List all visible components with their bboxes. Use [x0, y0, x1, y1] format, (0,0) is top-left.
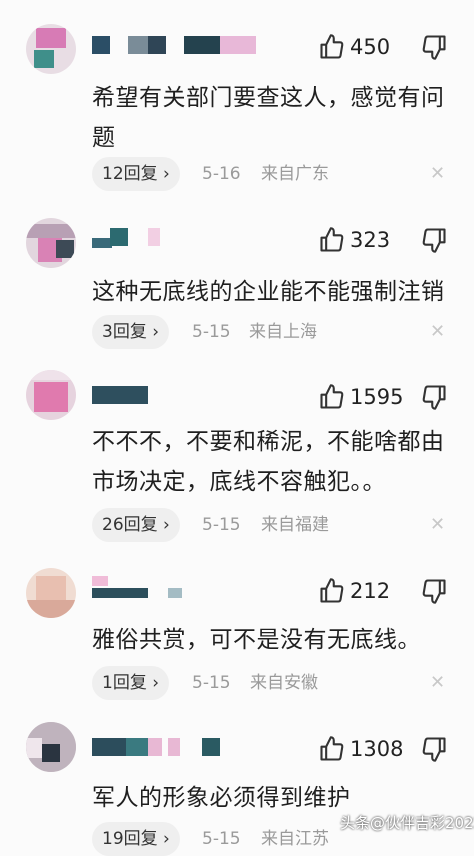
- comment-date: 5-15: [192, 673, 231, 693]
- avatar[interactable]: [26, 568, 76, 618]
- thumbs-up-icon[interactable]: [318, 226, 346, 254]
- avatar[interactable]: [26, 218, 76, 268]
- thumbs-up-icon[interactable]: [318, 577, 346, 605]
- thumbs-up-icon[interactable]: [318, 33, 346, 61]
- thumbs-down-icon[interactable]: [420, 577, 448, 605]
- comment-location: 来自广东: [261, 164, 329, 184]
- chevron-right-icon: ›: [163, 164, 170, 184]
- comment-location: 来自安徽: [250, 673, 318, 693]
- like-count: 323: [350, 228, 391, 252]
- comment-date: 5-16: [202, 164, 241, 184]
- avatar[interactable]: [26, 370, 76, 420]
- close-icon[interactable]: ✕: [430, 666, 445, 700]
- comment-date: 5-15: [202, 829, 241, 849]
- comment-location: 来自江苏: [261, 829, 329, 849]
- like-count: 1308: [350, 737, 404, 761]
- reply-count-label: 3回复: [102, 322, 147, 342]
- like-count: 212: [350, 579, 391, 603]
- comment-date: 5-15: [202, 515, 241, 535]
- comment-location: 来自福建: [261, 515, 329, 535]
- avatar[interactable]: [26, 24, 76, 74]
- comment-text: 雅俗共赏，可不是没有无底线。: [92, 627, 421, 653]
- reply-count-label: 26回复: [102, 515, 158, 535]
- thumbs-up-icon[interactable]: [318, 383, 346, 411]
- close-icon[interactable]: ✕: [430, 315, 445, 349]
- comment-text: 不不不，不要和稀泥，不能啥都由市场决定，底线不容触犯。。: [92, 429, 445, 495]
- close-icon[interactable]: ✕: [430, 157, 445, 191]
- chevron-right-icon: ›: [163, 829, 170, 849]
- comment-text: 希望有关部门要查这人，感觉有问题: [92, 85, 445, 151]
- reply-count-button[interactable]: 12回复 ›: [92, 157, 180, 191]
- reply-count-button[interactable]: 26回复 ›: [92, 508, 180, 542]
- thumbs-down-icon[interactable]: [420, 383, 448, 411]
- reply-count-label: 19回复: [102, 829, 158, 849]
- thumbs-up-icon[interactable]: [318, 735, 346, 763]
- like-count: 450: [350, 35, 391, 59]
- watermark: 头条@伙伴吉彩2022: [340, 814, 474, 832]
- chevron-right-icon: ›: [163, 515, 170, 535]
- close-icon[interactable]: ✕: [430, 508, 445, 542]
- reply-count-label: 12回复: [102, 164, 158, 184]
- thumbs-down-icon[interactable]: [420, 33, 448, 61]
- comment-text: 这种无底线的企业能不能强制注销: [92, 279, 445, 305]
- reply-count-button[interactable]: 1回复 ›: [92, 666, 170, 700]
- comment-location: 来自上海: [249, 322, 317, 342]
- thumbs-down-icon[interactable]: [420, 735, 448, 763]
- chevron-right-icon: ›: [152, 322, 160, 342]
- chevron-right-icon: ›: [152, 673, 160, 693]
- like-count: 1595: [350, 385, 404, 409]
- reply-count-button[interactable]: 19回复 ›: [92, 822, 180, 856]
- reply-count-button[interactable]: 3回复 ›: [92, 315, 170, 349]
- avatar[interactable]: [26, 722, 76, 772]
- comment-date: 5-15: [192, 322, 231, 342]
- thumbs-down-icon[interactable]: [420, 226, 448, 254]
- reply-count-label: 1回复: [102, 673, 147, 693]
